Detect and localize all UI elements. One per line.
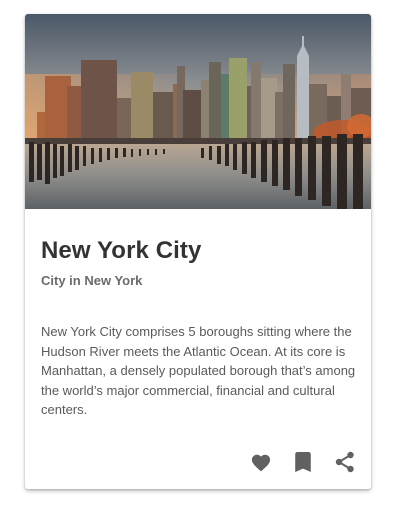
favorite-button[interactable] (249, 450, 273, 474)
bookmark-button[interactable] (291, 450, 315, 474)
card-subtitle: City in New York (41, 273, 143, 288)
share-icon (335, 451, 354, 473)
card-description: New York City comprises 5 boroughs sitti… (41, 324, 356, 417)
card-title: New York City (41, 237, 202, 264)
city-card: New York City City in New York New York … (25, 14, 371, 489)
card-actions (249, 450, 357, 474)
heart-icon (251, 454, 271, 472)
share-button[interactable] (333, 450, 357, 474)
bookmark-icon (295, 452, 311, 472)
city-skyline-image (25, 14, 371, 209)
